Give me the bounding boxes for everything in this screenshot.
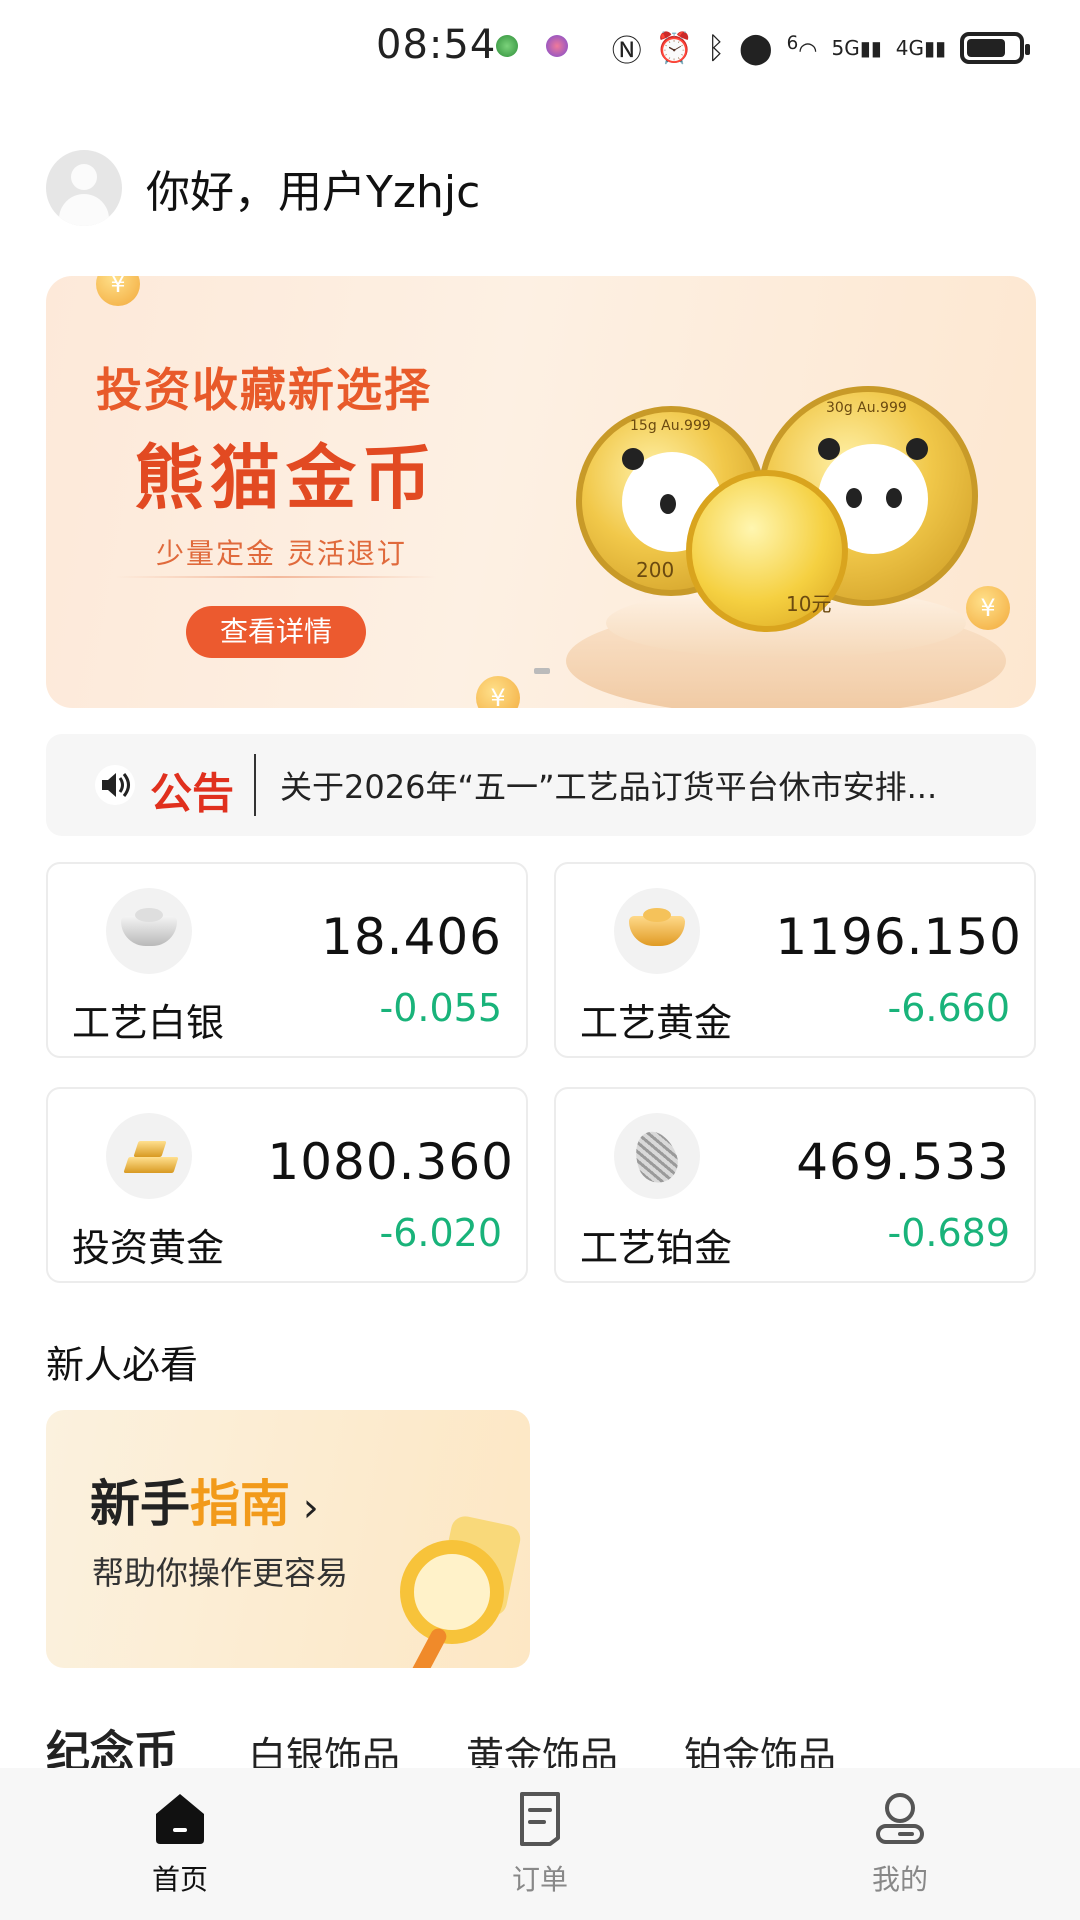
coin-label: 200 — [636, 558, 675, 582]
price-change: -0.689 — [887, 1211, 1011, 1255]
nfc-icon: Ⓝ — [611, 34, 642, 69]
silver-ingot-icon — [106, 888, 192, 974]
signal-5g-icon: 5G▮▮ — [831, 36, 882, 60]
network-5g-label: 5G — [831, 36, 860, 60]
wifi-icon: 6◠ — [786, 32, 818, 64]
chevron-right-icon: › — [290, 1485, 319, 1531]
gold-ingot-icon — [614, 888, 700, 974]
yuan-coin-icon: ¥ — [96, 276, 140, 306]
price-change: -0.055 — [379, 986, 503, 1030]
announcement-text[interactable]: 关于2026年“五一”工艺品订货平台休市安排... — [280, 762, 1020, 808]
announcement-label-text: 公告 — [150, 769, 235, 818]
platinum-leaf-icon — [614, 1113, 700, 1199]
promo-banner[interactable]: ¥ ¥ ¥ 投资收藏新选择 熊猫金币 少量定金 灵活退订 查看详情 15g Au… — [46, 276, 1036, 708]
bottom-navigation: 首页 订单 我的 — [0, 1768, 1080, 1920]
status-icons: Ⓝ ⏰ ᛒ ⬤ 6◠ 5G▮▮ 4G▮▮ — [611, 26, 1030, 70]
nav-home-label: 首页 — [151, 1863, 208, 1896]
banner-divider — [116, 576, 436, 578]
coin-label: 10元 — [786, 592, 832, 616]
app-notification-icon-2 — [546, 35, 568, 57]
orders-icon — [520, 1792, 560, 1846]
guide-title: 新手指南 › — [90, 1464, 319, 1536]
status-bar: 08:54 Ⓝ ⏰ ᛒ ⬤ 6◠ 5G▮▮ 4G▮▮ — [0, 0, 1080, 96]
price-card-craft-platinum[interactable]: 469.533 工艺铂金 -0.689 — [554, 1087, 1036, 1283]
coin-label: 15g Au.999 — [630, 418, 711, 434]
banner-title: 熊猫金币 — [134, 437, 438, 519]
carousel-indicator — [534, 668, 550, 674]
location-icon: ⬤ — [739, 30, 773, 66]
home-icon — [156, 1794, 204, 1844]
greeting-text: 你好，用户Yzhjc — [146, 167, 481, 218]
price-card-investment-gold[interactable]: 1080.360 投资黄金 -6.020 — [46, 1087, 528, 1283]
guide-subtitle: 帮助你操作更容易 — [92, 1554, 349, 1592]
nav-orders[interactable]: 订单 — [460, 1788, 620, 1898]
battery-icon — [960, 32, 1030, 64]
price-value: 18.406 — [321, 908, 502, 966]
bluetooth-icon: ᛒ — [707, 30, 726, 66]
price-name: 工艺铂金 — [580, 1226, 733, 1270]
beginner-guide-card[interactable]: 新手指南 › 帮助你操作更容易 — [46, 1410, 530, 1668]
network-4g-label: 4G — [895, 36, 924, 60]
nav-profile[interactable]: 我的 — [820, 1788, 980, 1898]
status-time: 08:54 — [376, 22, 497, 68]
nav-profile-label: 我的 — [871, 1863, 928, 1896]
guide-title-part2: 指南 — [190, 1475, 290, 1533]
announcement-divider — [254, 754, 256, 816]
price-name: 工艺黄金 — [580, 1001, 733, 1045]
price-value: 1196.150 — [775, 908, 1022, 966]
price-card-craft-silver[interactable]: 18.406 工艺白银 -0.055 — [46, 862, 528, 1058]
price-value: 469.533 — [796, 1133, 1010, 1191]
view-details-button[interactable]: 查看详情 — [186, 606, 366, 658]
price-card-craft-gold[interactable]: 1196.150 工艺黄金 -6.660 — [554, 862, 1036, 1058]
panda-coin-front: 10元 — [686, 470, 848, 632]
magnifier-icon — [400, 1540, 504, 1644]
guide-title-part1: 新手 — [90, 1475, 190, 1533]
profile-icon — [876, 1793, 924, 1844]
avatar[interactable] — [46, 150, 122, 226]
announcement-label: 公告 — [150, 760, 234, 821]
nav-home[interactable]: 首页 — [100, 1788, 260, 1898]
app-notification-icon — [496, 35, 518, 57]
user-greeting: 你好，用户Yzhjc — [46, 150, 480, 226]
coin-label: 30g Au.999 — [826, 400, 907, 416]
speaker-icon — [95, 765, 135, 805]
nav-orders-label: 订单 — [511, 1863, 568, 1896]
signal-4g-icon: 4G▮▮ — [895, 36, 946, 60]
wifi-badge: 6 — [786, 32, 799, 54]
alarm-icon: ⏰ — [655, 30, 694, 66]
price-name: 工艺白银 — [72, 1001, 225, 1045]
price-change: -6.660 — [887, 986, 1011, 1030]
yuan-coin-icon: ¥ — [476, 676, 520, 708]
price-change: -6.020 — [379, 1211, 503, 1255]
yuan-coin-icon: ¥ — [966, 586, 1010, 630]
price-name: 投资黄金 — [72, 1226, 225, 1270]
banner-headline: 投资收藏新选择 — [96, 363, 432, 417]
announcement-bar[interactable]: 公告 关于2026年“五一”工艺品订货平台休市安排... — [46, 734, 1036, 836]
price-value: 1080.360 — [267, 1133, 514, 1191]
banner-subtitle: 少量定金 灵活退订 — [156, 537, 407, 570]
newbie-section-title: 新人必看 — [46, 1343, 199, 1387]
gold-bars-icon — [106, 1113, 192, 1199]
